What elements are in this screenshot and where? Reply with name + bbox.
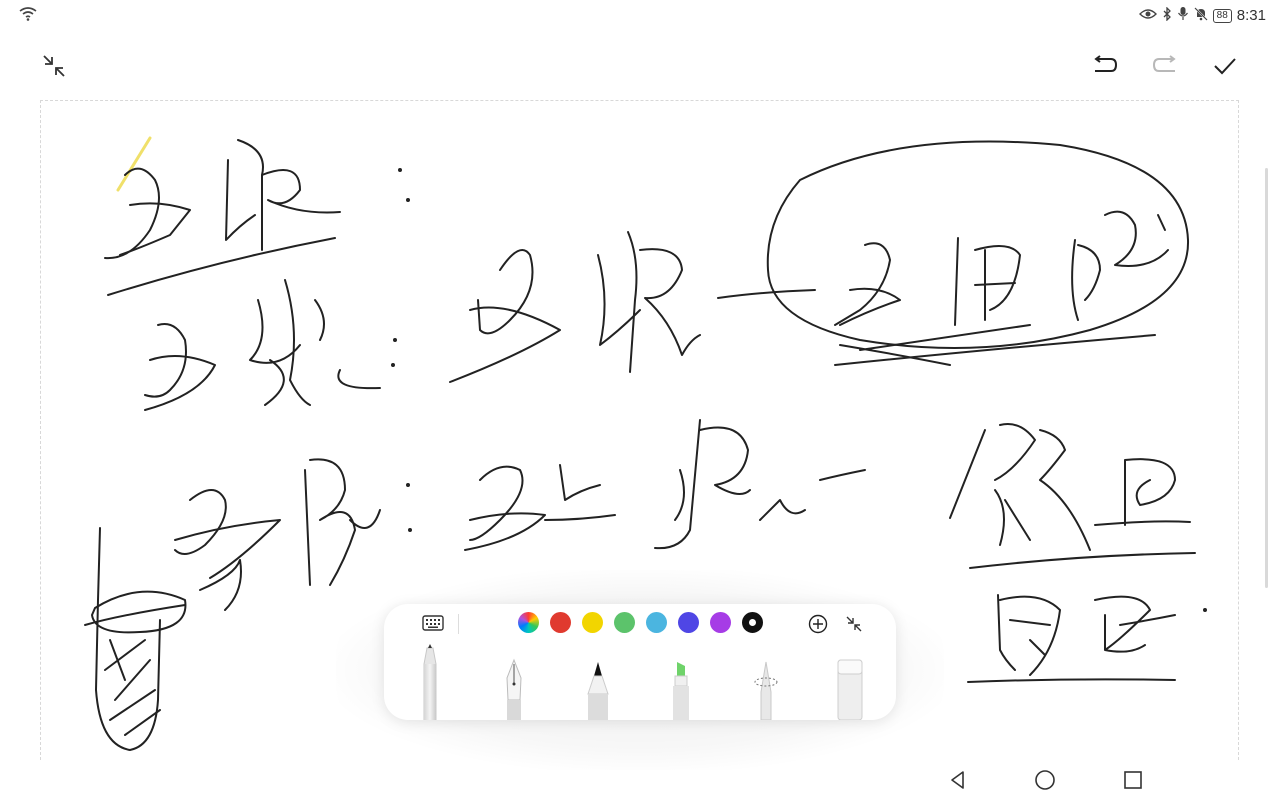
toolbar-divider xyxy=(458,614,459,634)
color-swatch-purple[interactable] xyxy=(710,612,731,633)
keyboard-icon[interactable] xyxy=(420,612,446,634)
pencil-tool[interactable] xyxy=(580,644,616,720)
highlighter-tool[interactable] xyxy=(663,644,699,720)
color-swatch-blue[interactable] xyxy=(678,612,699,633)
lasso-tool[interactable] xyxy=(748,644,784,720)
navigation-bar xyxy=(0,760,1280,800)
pen-toolbar xyxy=(384,604,896,720)
back-triangle-icon[interactable] xyxy=(944,766,972,794)
fountain-pen-tool[interactable] xyxy=(496,644,532,720)
ballpoint-pen-tool[interactable] xyxy=(412,644,448,720)
eraser-tool[interactable] xyxy=(832,644,868,720)
toolbar-collapse-icon[interactable] xyxy=(842,612,866,636)
color-swatch-red[interactable] xyxy=(550,612,571,633)
recents-square-icon[interactable] xyxy=(1119,766,1147,794)
color-swatch-black-selected[interactable] xyxy=(742,612,763,633)
home-circle-icon[interactable] xyxy=(1031,766,1059,794)
color-wheel-button[interactable] xyxy=(518,612,539,633)
color-swatch-cyan[interactable] xyxy=(646,612,667,633)
add-circle-icon[interactable] xyxy=(806,612,830,636)
color-swatch-green[interactable] xyxy=(614,612,635,633)
color-swatch-yellow[interactable] xyxy=(582,612,603,633)
